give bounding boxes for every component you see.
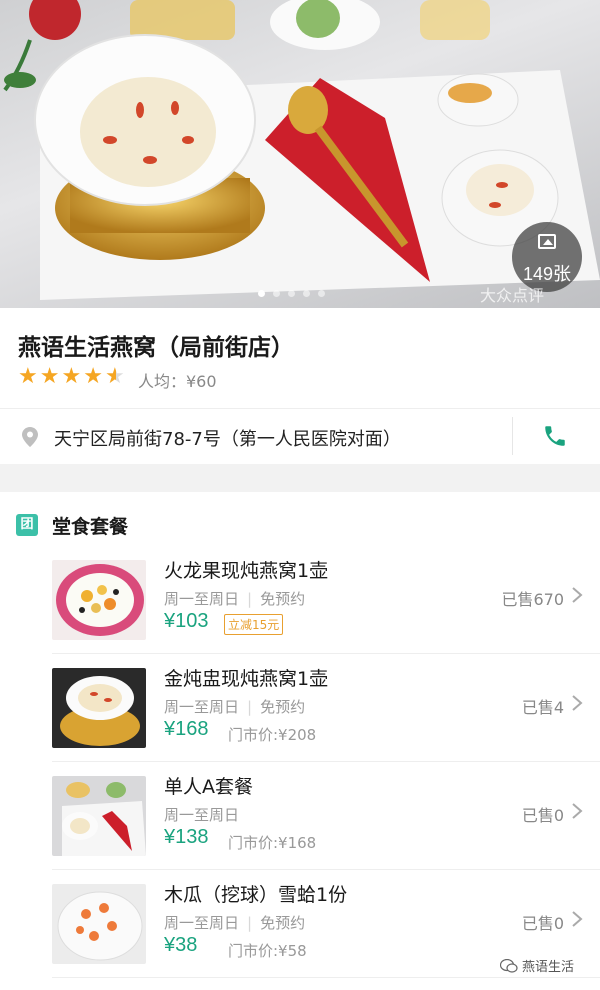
carousel-dot[interactable]: [303, 290, 310, 297]
chevron-right-icon: [572, 911, 583, 927]
deal-thumbnail: [52, 668, 146, 748]
deal-name: 单人A套餐: [164, 776, 253, 798]
deal-price: ¥38: [164, 934, 198, 956]
star-icon: ★: [61, 364, 82, 389]
sold-count: 已售0: [521, 806, 564, 825]
average-price: 人均：¥60: [138, 372, 217, 391]
deal-availability: 周一至周日 | 免预约: [164, 698, 306, 716]
sold-count: 已售0: [521, 914, 564, 933]
wechat-icon: [500, 958, 518, 973]
shop-info-card: 燕语生活燕窝（局前街店） ★ ★ ★ ★ ★ 人均：¥60 天宁区局前街78-7…: [0, 308, 600, 464]
wechat-account-watermark: 燕语生活: [500, 956, 574, 975]
group-deal-badge: 团: [16, 514, 38, 536]
divider: [52, 977, 600, 978]
divider: [512, 417, 513, 455]
shop-photo-carousel[interactable]: 149张 大众点评: [0, 0, 600, 308]
account-name: 燕语生活: [522, 960, 575, 975]
carousel-dot[interactable]: [273, 290, 280, 297]
hero-photo: [3, 0, 600, 300]
phone-icon[interactable]: [542, 423, 568, 449]
address-row[interactable]: 天宁区局前街78-7号（第一人民医院对面）: [0, 409, 600, 464]
deal-item[interactable]: 火龙果现炖燕窝1壶 周一至周日 | 免预约 ¥103 立减15元 已售670: [0, 546, 600, 654]
deals-header: 团 堂食套餐: [16, 514, 129, 538]
half-star-icon: ★: [104, 364, 125, 389]
shop-address: 天宁区局前街78-7号（第一人民医院对面）: [54, 429, 401, 450]
deal-item[interactable]: 单人A套餐 周一至周日 ¥138 门市价:¥168 已售0: [0, 762, 600, 870]
chevron-right-icon: [572, 803, 583, 819]
photo-watermark: 大众点评: [480, 288, 545, 305]
star-icon: ★: [18, 364, 38, 389]
image-icon: [538, 234, 556, 249]
deals-section: 团 堂食套餐 火龙果现炖燕窝1壶 周一至周日 | 免预约 ¥103 立减15元 已售…: [0, 492, 600, 990]
market-price: 门市价:¥58: [228, 942, 307, 960]
star-icon: ★: [83, 364, 103, 389]
carousel-dot[interactable]: [288, 290, 295, 297]
deal-thumbnail: [52, 884, 146, 964]
rating-stars: ★ ★ ★ ★ ★: [18, 366, 125, 388]
carousel-dots: [258, 290, 325, 297]
deal-name: 火龙果现炖燕窝1壶: [164, 560, 329, 582]
deal-price: ¥138: [164, 826, 209, 848]
deal-availability: 周一至周日: [164, 806, 240, 824]
map-pin-icon: [22, 427, 38, 447]
sold-count: 已售4: [521, 698, 564, 717]
deal-price: ¥168: [164, 718, 209, 740]
deal-name: 金炖盅现炖燕窝1壶: [164, 668, 329, 690]
deals-title: 堂食套餐: [52, 515, 129, 538]
deal-availability: 周一至周日 | 免预约: [164, 914, 306, 932]
carousel-dot[interactable]: [258, 290, 265, 297]
deal-thumbnail: [52, 776, 146, 856]
chevron-right-icon: [572, 587, 583, 603]
market-price: 门市价:¥168: [228, 834, 317, 852]
carousel-dot[interactable]: [318, 290, 325, 297]
discount-tag: 立减15元: [224, 614, 284, 635]
star-icon: ★: [39, 364, 60, 389]
chevron-right-icon: [572, 695, 583, 711]
deal-name: 木瓜（挖球）雪蛤1份: [164, 884, 348, 906]
market-price: 门市价:¥208: [228, 726, 317, 744]
sold-count: 已售670: [501, 590, 564, 609]
shop-name: 燕语生活燕窝（局前街店）: [18, 335, 294, 361]
deal-availability: 周一至周日 | 免预约: [164, 590, 306, 608]
deal-price: ¥103: [164, 610, 209, 632]
deal-item[interactable]: 金炖盅现炖燕窝1壶 周一至周日 | 免预约 ¥168 门市价:¥208 已售4: [0, 654, 600, 762]
deal-thumbnail: [52, 560, 146, 640]
